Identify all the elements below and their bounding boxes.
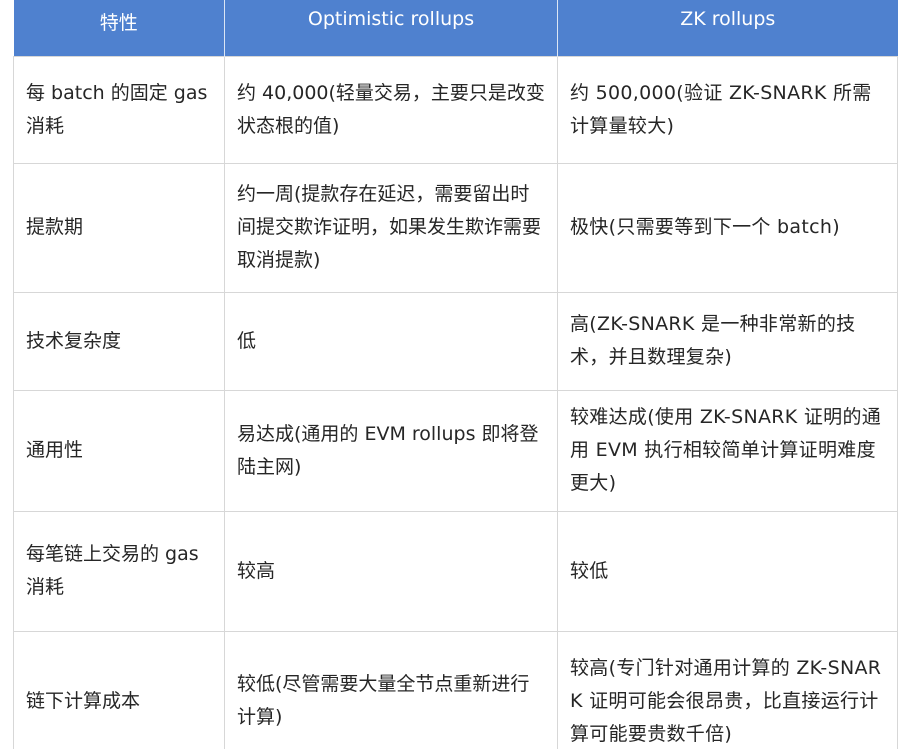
feature-cell: 技术复杂度 (13, 292, 225, 391)
optimistic-cell: 约一周(提款存在延迟，需要留出时间提交欺诈证明，如果发生欺诈需要取消提款) (224, 163, 558, 293)
header-row: 特性 Optimistic rollups ZK rollups (13, 0, 898, 56)
feature-cell: 链下计算成本 (13, 631, 225, 749)
feature-cell: 每笔链上交易的 gas 消耗 (13, 511, 225, 632)
optimistic-cell: 约 40,000(轻量交易，主要只是改变状态根的值) (224, 55, 558, 164)
table-row: 技术复杂度 低 高(ZK-SNARK 是一种非常新的技术，并且数理复杂) (13, 292, 898, 391)
document-page: 特性 Optimistic rollups ZK rollups 每 batch… (0, 0, 918, 749)
header-feature: 特性 (13, 0, 225, 56)
comparison-table: 特性 Optimistic rollups ZK rollups 每 batch… (13, 0, 898, 749)
header-zk-label: ZK rollups (680, 8, 776, 30)
zk-cell: 约 500,000(验证 ZK-SNARK 所需计算量较大) (557, 55, 898, 164)
table-row: 通用性 易达成(通用的 EVM rollups 即将登陆主网) 较难达成(使用 … (13, 390, 898, 512)
zk-cell: 较难达成(使用 ZK-SNARK 证明的通用 EVM 执行相较简单计算证明难度更… (557, 390, 898, 512)
table-row: 提款期 约一周(提款存在延迟，需要留出时间提交欺诈证明，如果发生欺诈需要取消提款… (13, 163, 898, 293)
zk-cell: 较高(专门针对通用计算的 ZK-SNARK 证明可能会很昂贵，比直接运行计算可能… (557, 631, 898, 749)
zk-cell: 极快(只需要等到下一个 batch) (557, 163, 898, 293)
header-zk-rollups: ZK rollups (557, 0, 898, 56)
feature-cell: 提款期 (13, 163, 225, 293)
header-optimistic-label: Optimistic rollups (307, 8, 475, 30)
table-row: 每 batch 的固定 gas 消耗 约 40,000(轻量交易，主要只是改变状… (13, 55, 898, 164)
feature-cell: 通用性 (13, 390, 225, 512)
header-optimistic-rollups: Optimistic rollups (224, 0, 558, 56)
table-row: 链下计算成本 较低(尽管需要大量全节点重新进行计算) 较高(专门针对通用计算的 … (13, 631, 898, 749)
optimistic-cell: 较高 (224, 511, 558, 632)
table-header: 特性 Optimistic rollups ZK rollups (13, 0, 898, 56)
optimistic-cell: 易达成(通用的 EVM rollups 即将登陆主网) (224, 390, 558, 512)
zk-cell: 高(ZK-SNARK 是一种非常新的技术，并且数理复杂) (557, 292, 898, 391)
table-row: 每笔链上交易的 gas 消耗 较高 较低 (13, 511, 898, 632)
optimistic-cell: 低 (224, 292, 558, 391)
feature-cell: 每 batch 的固定 gas 消耗 (13, 55, 225, 164)
optimistic-cell: 较低(尽管需要大量全节点重新进行计算) (224, 631, 558, 749)
zk-cell: 较低 (557, 511, 898, 632)
